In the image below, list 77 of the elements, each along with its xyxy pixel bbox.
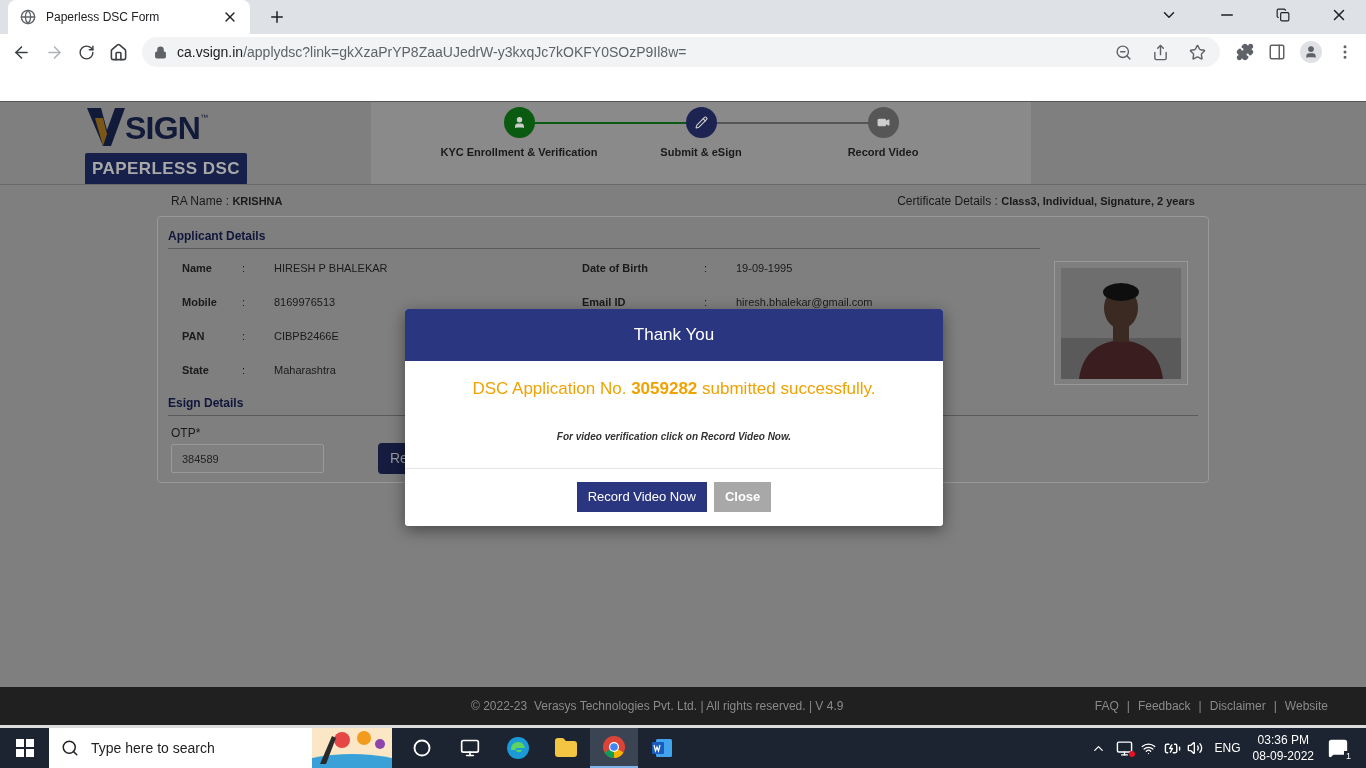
reload-icon[interactable]	[78, 43, 95, 61]
footer-link[interactable]: Website	[1284, 697, 1328, 715]
lock-icon	[154, 45, 167, 59]
video-note: For video verification click on Record Video Now.	[556, 429, 792, 444]
field-label: State	[182, 363, 210, 379]
field-colon: :	[704, 261, 709, 277]
field-label: PAN	[182, 329, 206, 345]
folder-icon[interactable]	[554, 736, 578, 760]
field-colon: :	[704, 295, 709, 311]
field-colon: :	[242, 261, 247, 277]
share-icon[interactable]	[1152, 43, 1169, 61]
zoom-out-icon[interactable]	[1115, 43, 1132, 61]
field-value: Maharashtra	[274, 363, 336, 379]
field-label: Name	[182, 261, 213, 277]
profile-avatar[interactable]	[1300, 41, 1322, 63]
logo-text: SIGN	[125, 112, 201, 144]
search-placeholder: Type here to search	[91, 738, 215, 758]
notification-count: 1	[1344, 751, 1353, 762]
logo-badge: PAPERLESS DSC	[85, 153, 247, 185]
field-label: Email ID	[582, 295, 627, 311]
monitor-icon[interactable]	[1115, 739, 1133, 757]
field-label: Mobile	[182, 295, 218, 311]
pencil-icon	[694, 116, 708, 129]
field-colon: :	[242, 295, 247, 311]
new-tab-icon[interactable]	[268, 8, 286, 26]
language-indicator[interactable]: ENG	[1214, 739, 1241, 757]
bookmark-star-icon[interactable]	[1189, 43, 1206, 61]
copyright-text: © 2022-23 Verasys Technologies Pvt. Ltd. | All rights reserved. | V 4.9	[471, 698, 844, 715]
document-app-icon[interactable]	[650, 736, 674, 760]
footer-link[interactable]: FAQ	[1094, 697, 1119, 715]
globe-icon	[20, 9, 36, 25]
certificate-details-text: Certificate Details : Class3, Individual, Signature, 2 years	[897, 193, 1195, 210]
step-label: Submit & eSign	[660, 145, 742, 160]
user-icon	[512, 116, 526, 129]
restore-icon[interactable]	[1276, 8, 1290, 22]
browser-logo-icon[interactable]	[602, 735, 626, 759]
tab-title: Paperless DSC Form	[46, 9, 161, 26]
side-panel-icon[interactable]	[1268, 43, 1286, 61]
taskbar-search-field[interactable]: Type here to search	[49, 728, 392, 768]
field-value: 8169976513	[274, 295, 336, 311]
step-label: KYC Enrollment & Verification	[440, 145, 598, 160]
url-text: ca.vsign.in/applydsc?link=gkXzaPrYP8ZaaUJedrW-y3kxqJc7kOKFY0SOzP9Il8w=	[177, 42, 688, 62]
step-label: Record Video	[847, 145, 919, 160]
task-view-icon[interactable]	[460, 738, 480, 758]
notifications-icon[interactable]	[1328, 738, 1348, 758]
field-value: HIRESH P BHALEKAR	[274, 261, 388, 277]
browser-tab[interactable]: Paperless DSC Form	[8, 0, 250, 34]
field-colon: :	[242, 329, 247, 345]
link-separator: |	[1126, 698, 1130, 715]
home-icon[interactable]	[109, 42, 128, 62]
section-title: Applicant Details	[168, 227, 1040, 249]
trademark-sign: ™	[200, 112, 209, 124]
field-value: CIBPB2466E	[274, 329, 339, 345]
footer-link[interactable]: Disclaimer	[1209, 697, 1266, 715]
field-value: 19-09-1995	[736, 261, 793, 277]
ra-name-text: RA Name : KRISHNA	[171, 193, 283, 210]
circle-icon[interactable]	[413, 739, 431, 757]
link-separator: |	[1273, 698, 1277, 715]
address-bar[interactable]: ca.vsign.in/applydsc?link=gkXzaPrYP8ZaaUJedrW-y3kxqJc7kOKFY0SOzP9Il8w=	[142, 37, 1220, 67]
otp-label: OTP*	[171, 425, 201, 442]
clock-time[interactable]: 03:36 PM	[1257, 732, 1309, 748]
field-value: hiresh.bhalekar@gmail.com	[736, 295, 873, 311]
field-colon: :	[242, 363, 247, 379]
windows-start-icon[interactable]	[16, 739, 34, 757]
record-video-button[interactable]: Record Video Now	[576, 482, 707, 512]
volume-icon[interactable]	[1186, 740, 1203, 756]
link-separator: |	[1198, 698, 1202, 715]
clock-date[interactable]: 08-09-2022	[1252, 748, 1314, 764]
browser-logo-icon[interactable]	[506, 736, 530, 760]
field-label: Date of Birth	[582, 261, 649, 277]
footer-link[interactable]: Feedback	[1137, 697, 1191, 715]
otp-field[interactable]: 384589	[171, 444, 324, 473]
search-icon	[61, 739, 79, 757]
dialog-title: Thank You	[633, 324, 715, 347]
wifi-icon[interactable]	[1140, 740, 1156, 756]
video-camera-icon	[876, 116, 890, 129]
extensions-icon[interactable]	[1236, 43, 1254, 61]
